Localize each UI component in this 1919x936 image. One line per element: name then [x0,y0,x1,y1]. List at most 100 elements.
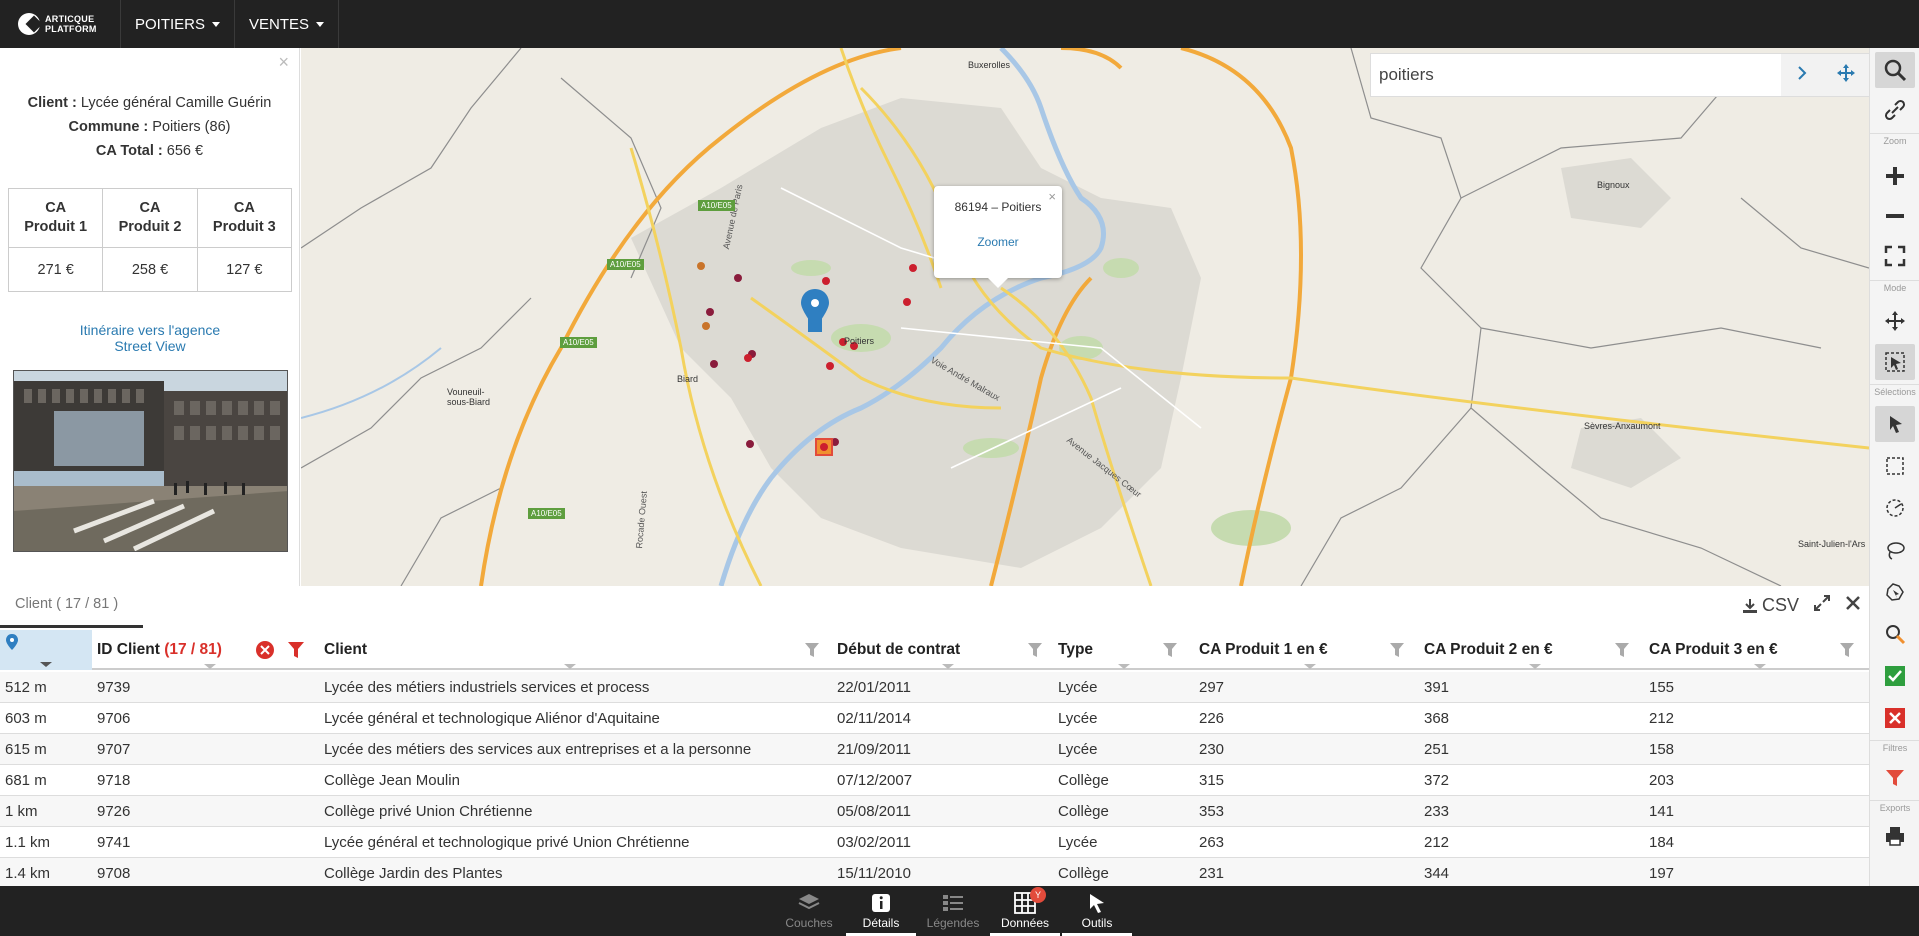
client-building-photo [13,370,288,552]
map-label-a10-3: A10/E05 [560,337,597,348]
check-icon [1885,666,1905,686]
nav-outils[interactable]: Outils [1062,886,1132,936]
table-row[interactable]: 1.4 km 9708 Collège Jardin des Plantes 15/1… [0,858,1869,889]
table-row[interactable]: 512 m 9739 Lycée des métiers industriels s… [0,672,1869,703]
chevron-right-icon[interactable] [1795,65,1809,86]
clear-selection-button[interactable] [1875,700,1915,736]
close-panel-icon[interactable] [1845,595,1861,616]
cell-id: 9708 [97,865,131,882]
funnel-icon [1886,770,1904,786]
clear-filter-icon [256,641,274,659]
cell-ca2: 372 [1424,772,1450,789]
map-view[interactable]: Buxerolles Poitiers Vouneuil- sous-Biard… [301,48,1869,586]
close-icon[interactable]: × [278,52,289,73]
table-row[interactable]: 603 m 9706 Lycée général et technologique … [0,703,1869,734]
cursor-icon [1090,894,1104,913]
type-column-header[interactable]: Type [1058,630,1182,670]
cell-debut: 03/02/2011 [837,834,911,851]
table-row[interactable]: 615 m 9707 Lycée des métiers des services … [0,734,1869,765]
layers-icon [798,894,820,910]
magnify-select-icon [1886,625,1906,645]
info-icon [872,894,890,912]
sort-icon [942,664,954,669]
radius-select-button[interactable] [1875,490,1915,526]
cell-client: Lycée général et technologique privé Uni… [324,834,690,851]
ca-produit-3-column-header[interactable]: CA Produit 3 en € [1649,630,1859,670]
streetview-link[interactable]: Street View [0,338,300,354]
map-label-vouneuil-2: sous-Biard [447,397,491,407]
client-column-header[interactable]: Client [324,630,824,670]
map-label-a10-2: A10/E05 [607,259,644,270]
search-tool-button[interactable] [1875,52,1915,88]
funnel-icon [1840,643,1854,657]
table-row[interactable]: 681 m 9718 Collège Jean Moulin 07/12/2007 Co… [0,765,1869,796]
search-select-button[interactable] [1875,616,1915,652]
client-label: Client : [27,95,77,111]
download-icon [1742,598,1757,613]
fullscreen-button[interactable] [1875,238,1915,274]
debut-contrat-column-header[interactable]: Début de contrat [837,630,1047,670]
cell-client: Collège privé Union Chrétienne [324,803,533,820]
csv-export-button[interactable]: CSV [1742,595,1799,616]
pointer-icon [1890,416,1902,433]
map-label-saint-julien: Saint-Julien-l'Ars [1798,539,1866,549]
table-header: ID Client (17 / 81) Client Début de cont… [0,630,1869,670]
zoom-out-button[interactable] [1875,198,1915,234]
caret-down-icon [316,21,325,27]
table-row[interactable]: 1 km 9726 Collège privé Union Chrétienne 05… [0,796,1869,827]
section-mode-label: Mode [1870,280,1919,293]
expand-panel-icon[interactable] [1813,594,1831,617]
ca-product-2-value: 258 € [102,247,198,292]
print-button[interactable] [1875,818,1915,854]
filter-button[interactable] [1875,760,1915,796]
validate-selection-button[interactable] [1875,658,1915,694]
cell-dist: 1.4 km [5,865,51,882]
cell-id: 9707 [97,741,131,758]
commune-value: Poitiers (86) [152,119,231,135]
region-select-icon [1886,583,1904,601]
nav-donnees[interactable]: Données Y [990,886,1060,936]
zoom-link[interactable]: Zoomer [934,235,1062,249]
logo-text-line-1: ARTICQUE [45,14,95,24]
table-row[interactable]: 1.1 km 9741 Lycée général et technologique… [0,827,1869,858]
lasso-select-button[interactable] [1875,532,1915,568]
ca-total-label: CA Total : [95,143,163,159]
select-mode-button[interactable] [1875,344,1915,380]
cell-ca1: 315 [1199,772,1225,789]
menu-poitiers[interactable]: POITIERS [121,0,236,48]
cell-debut: 15/11/2010 [837,865,911,882]
ca-produit-1-column-header[interactable]: CA Produit 1 en € [1199,630,1409,670]
area-select-button[interactable] [1875,574,1915,610]
cell-dist: 1 km [5,803,38,820]
tab-client[interactable]: Client ( 17 / 81 ) [0,586,143,628]
nav-couches[interactable]: Couches [774,886,844,936]
itinerary-link[interactable]: Itinéraire vers l'agence [0,322,300,338]
locate-icon[interactable] [1836,63,1856,88]
pointer-select-button[interactable] [1875,406,1915,442]
zoom-in-button[interactable] [1875,158,1915,194]
cell-ca3: 212 [1649,710,1675,727]
close-icon[interactable]: × [1048,189,1056,204]
sort-icon [1754,664,1766,669]
link-tool-button[interactable] [1875,92,1915,128]
rectangle-select-button[interactable] [1875,448,1915,484]
ca-produit-2-column-header[interactable]: CA Produit 2 en € [1424,630,1634,670]
ca-product-1-value: 271 € [7,247,104,292]
nav-details[interactable]: Détails [846,886,916,936]
expand-icon [1884,245,1906,267]
cell-client: Lycée des métiers des services aux entre… [324,741,752,758]
articque-logo[interactable]: ARTICQUE PLATFORM [0,0,121,48]
search-input[interactable] [1371,54,1781,96]
cell-ca1: 230 [1199,741,1225,758]
ca-product-2-header: CA Produit 2 [102,188,198,248]
distance-column-header[interactable] [0,630,92,670]
csv-label: CSV [1761,595,1799,615]
map-label-vouneuil: Vouneuil- [447,387,485,397]
cell-client: Lycée général et technologique Aliénor d… [324,710,660,727]
id-client-column-header[interactable]: ID Client (17 / 81) [97,630,317,670]
funnel-icon [1390,643,1404,657]
nav-legendes[interactable]: Légendes [918,886,988,936]
pan-mode-button[interactable] [1875,303,1915,339]
menu-ventes[interactable]: VENTES [235,0,340,48]
cell-ca3: 158 [1649,741,1675,758]
